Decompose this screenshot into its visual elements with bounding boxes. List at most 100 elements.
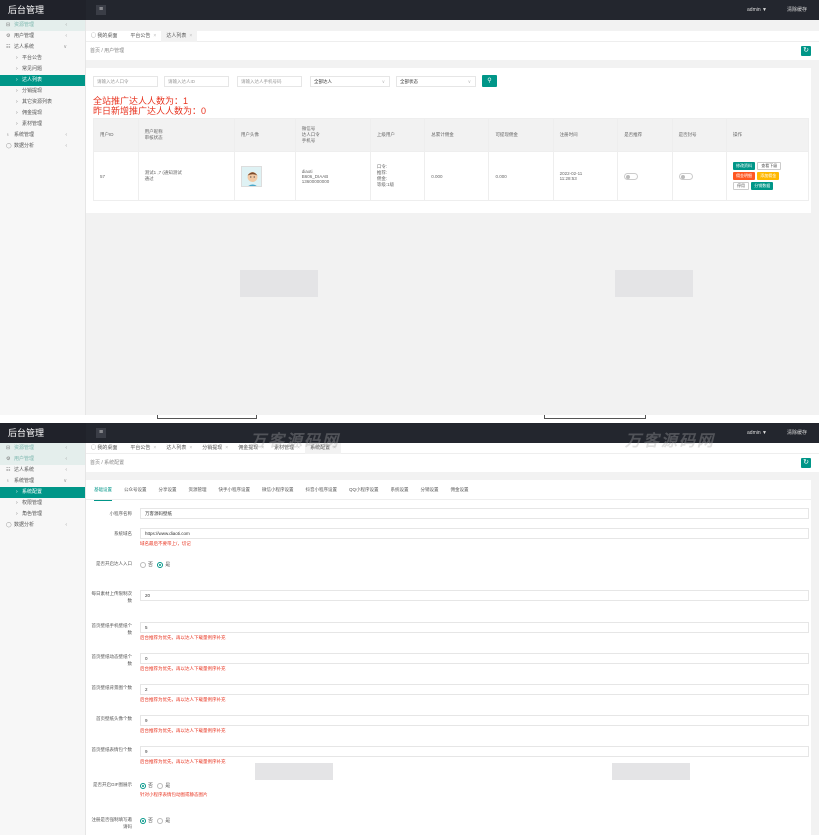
clear-cache-link[interactable]: 清除缓存: [787, 0, 807, 20]
refresh-icon[interactable]: ↻: [801, 46, 811, 56]
status-select[interactable]: 全部状态 ∨: [396, 76, 476, 87]
sidebar-item-label: 其它资源列表: [22, 99, 53, 105]
page-tab[interactable]: ◯ 我的桌面: [86, 443, 125, 454]
menu-toggle-icon[interactable]: ≡: [96, 5, 106, 15]
sidebar-item-label: 系统配置: [22, 489, 43, 495]
talent-select[interactable]: 全部达人 ∨: [310, 76, 390, 87]
sidebar-item[interactable]: ♁ 系统管理 ‹: [0, 130, 85, 141]
sidebar-item[interactable]: › 权限管理: [0, 498, 85, 509]
chevron-icon: ‹: [65, 522, 67, 528]
page-tab[interactable]: ◯ 我的桌面: [86, 31, 125, 42]
view-subordinates-button[interactable]: 查看下级: [757, 162, 782, 170]
sidebar-item[interactable]: ⊟ 资源管理 ‹: [0, 20, 85, 31]
sidebar-item[interactable]: › 分销提现: [0, 86, 85, 97]
sidebar-item[interactable]: ⚙ 用户管理 ‹: [0, 31, 85, 42]
chevron-icon: ‹: [65, 132, 67, 138]
daily-limit-input[interactable]: 20: [140, 590, 809, 601]
field-label: 系统域名: [114, 531, 132, 536]
close-icon[interactable]: ×: [153, 445, 156, 451]
sidebar-item[interactable]: ☷ 达人系统 ∨: [0, 42, 85, 53]
config-tab[interactable]: 分享设置: [159, 480, 177, 500]
config-tab[interactable]: 资源管理: [189, 480, 207, 500]
breadcrumb: 首页 / 用户管理: [90, 48, 125, 54]
menu-icon: ⊟: [6, 445, 11, 451]
config-tab[interactable]: QQ小程序设置: [349, 480, 379, 500]
talent-entry-no-radio[interactable]: [140, 561, 146, 568]
talent-id-input[interactable]: 请输入达人ID: [164, 76, 229, 87]
home-dynamic-input[interactable]: 0: [140, 653, 809, 664]
sidebar-item[interactable]: › 系统配置: [0, 487, 85, 498]
domain-input[interactable]: https://www.diaoti.com: [140, 528, 809, 539]
chevron-icon: ‹: [65, 33, 67, 39]
sidebar-item[interactable]: › 佣金提现: [0, 108, 85, 119]
invite-code-input[interactable]: 请输入达人口令: [93, 76, 158, 87]
sidebar-item[interactable]: › 常见问题: [0, 64, 85, 75]
search-button[interactable]: ⚲: [482, 75, 497, 87]
sidebar-item[interactable]: ⚙ 用户管理 ‹: [0, 454, 85, 465]
add-commission-button[interactable]: 添加佣金: [757, 172, 780, 180]
page-tab[interactable]: 达人列表 ×: [161, 443, 197, 454]
page-tab[interactable]: 分销提现 ×: [197, 443, 233, 454]
chevron-down-icon: ∨: [467, 79, 471, 84]
config-tab[interactable]: 公众号设置: [124, 480, 147, 500]
sidebar-item-label: 素材管理: [22, 121, 43, 127]
sidebar-item-label: 权限管理: [22, 500, 43, 506]
ban-toggle[interactable]: [678, 172, 693, 180]
config-tab[interactable]: 微信小程序设置: [262, 480, 294, 500]
miniapp-name-input[interactable]: 万客源码壁纸: [140, 508, 809, 519]
page-tab[interactable]: 平台公告 ×: [125, 31, 161, 42]
sidebar-item[interactable]: ⊟ 资源管理 ‹: [0, 443, 85, 454]
config-tab[interactable]: 系统设置: [391, 480, 409, 500]
clear-cache-link[interactable]: 清除缓存: [787, 423, 807, 443]
talent-entry-yes-radio[interactable]: [157, 561, 164, 568]
column-header: 微信号 达人口令 手机号: [294, 118, 371, 152]
sidebar-item[interactable]: ◯ 数据分析 ‹: [0, 141, 85, 152]
field-hint: 后台推荐为优先，再以达人下载量例序补充: [140, 697, 226, 702]
sidebar-item[interactable]: ♁ 系统管理 ∨: [0, 476, 85, 487]
menu-toggle-icon[interactable]: ≡: [96, 428, 106, 438]
edit-profile-button[interactable]: 修改资料: [733, 162, 755, 170]
sidebar-item[interactable]: ☷ 达人系统 ‹: [0, 465, 85, 476]
config-tab[interactable]: 分销设置: [421, 480, 439, 500]
refresh-icon[interactable]: ↻: [801, 458, 811, 468]
gif-show-no-radio[interactable]: [140, 782, 146, 789]
page-tab[interactable]: 达人列表 ×: [161, 31, 198, 42]
config-tab[interactable]: 快手小程序设置: [219, 480, 251, 500]
config-tab[interactable]: 基础设置: [94, 480, 112, 501]
nickname-cell: 测试1 ,7 (通知测试 通过: [137, 151, 235, 201]
menu-icon: ›: [16, 110, 18, 116]
sidebar: ⊟ 资源管理 ‹ ⚙ 用户管理 ‹ ☷ 达人系统 ∨ › 平台公告 › 常见问题 › 达人列表 › 分销提现 › 其…: [0, 20, 86, 415]
home-avatar-input[interactable]: 9: [140, 715, 809, 726]
home-emoji-input[interactable]: 9: [140, 746, 809, 757]
close-icon[interactable]: ×: [153, 33, 156, 39]
disable-button[interactable]: 停用: [733, 182, 749, 190]
close-icon[interactable]: ×: [225, 445, 228, 451]
home-bg-input[interactable]: 2: [140, 684, 809, 695]
home-phone-input[interactable]: 5: [140, 622, 809, 633]
gif-show-yes-radio[interactable]: [157, 782, 164, 789]
sidebar-item[interactable]: ◯ 数据分析 ‹: [0, 520, 85, 531]
admin-user-menu[interactable]: admin ▼: [747, 0, 767, 20]
sidebar-item[interactable]: › 其它资源列表: [0, 97, 85, 108]
sidebar-item[interactable]: › 平台公告: [0, 53, 85, 64]
close-icon[interactable]: ×: [189, 445, 192, 451]
sidebar-item-label: 佣金提现: [22, 110, 43, 116]
sidebar-item[interactable]: › 达人列表: [0, 75, 85, 86]
close-icon[interactable]: ×: [189, 33, 192, 39]
recommend-toggle[interactable]: [624, 172, 639, 180]
sidebar-item[interactable]: › 素材管理: [0, 119, 85, 130]
config-tab[interactable]: 抖音小程序设置: [306, 480, 338, 500]
menu-icon: ›: [16, 88, 18, 94]
config-tab[interactable]: 佣金设置: [451, 480, 469, 500]
field-hint: 后台推荐为优先，再以达人下载量例序补充: [140, 635, 226, 640]
commission-detail-button[interactable]: 佣金明细: [733, 172, 755, 180]
distribution-data-button[interactable]: 分销数据: [751, 182, 774, 190]
register-no-radio[interactable]: [140, 817, 146, 824]
menu-icon: ›: [16, 121, 18, 127]
column-header: 总累计佣金: [424, 118, 490, 152]
phone-input[interactable]: 请输入达人手机号码: [237, 76, 302, 87]
page-tab[interactable]: 平台公告 ×: [125, 443, 161, 454]
sidebar-item[interactable]: › 角色管理: [0, 509, 85, 520]
admin-user-menu[interactable]: admin ▼: [747, 423, 767, 443]
register-yes-radio[interactable]: [157, 817, 164, 824]
